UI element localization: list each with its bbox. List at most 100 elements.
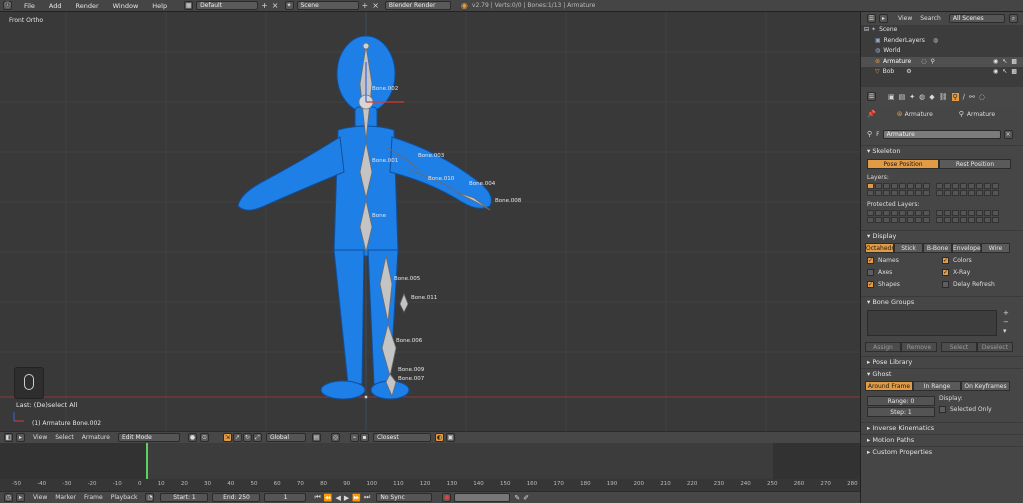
viewport-canvas[interactable]: Bone.002 Bone.003 Bone.001 Bone.010 Bone…: [0, 12, 860, 431]
jump-start-icon[interactable]: ⏮: [314, 493, 320, 502]
check-selected-only[interactable]: Selected Only: [939, 406, 992, 417]
ghost-around-frame-button[interactable]: Around Frame: [865, 381, 913, 391]
menu-file[interactable]: File: [24, 2, 35, 10]
pose-position-button[interactable]: Pose Position: [867, 159, 939, 169]
scale-icon[interactable]: ⤢: [252, 433, 262, 442]
record-icon[interactable]: ●: [442, 493, 452, 502]
bone-groups-list[interactable]: [867, 309, 997, 336]
protected-block-b[interactable]: [936, 210, 999, 223]
outliner-row-armature[interactable]: ⊛ Armature ◌ ⚲ ◉ ↖ ▩: [861, 56, 1023, 68]
jump-end-icon[interactable]: ⏭: [364, 493, 370, 502]
panel-motion-paths-header[interactable]: ▸ Motion Paths: [861, 435, 1023, 446]
screen-layout-icon[interactable]: ▦: [184, 1, 194, 10]
display-octahedral-button[interactable]: Octahedral: [865, 243, 899, 253]
proportional-edit-icon[interactable]: ◎: [330, 433, 340, 442]
tab-constraints-icon[interactable]: ⛓: [939, 93, 948, 101]
remove-scene-icon[interactable]: ×: [372, 1, 379, 10]
check-axes[interactable]: Axes: [867, 269, 942, 281]
pin-icon[interactable]: 📌: [867, 110, 876, 118]
scene-field[interactable]: Scene: [296, 1, 359, 10]
editor-type-outliner-icon[interactable]: ☰: [867, 14, 876, 23]
render-preview-icon[interactable]: ◐: [434, 433, 444, 442]
outliner-row-renderlayers[interactable]: ▣ RenderLayers ◍: [861, 36, 1023, 47]
timeline-menu-playback[interactable]: Playback: [111, 494, 138, 501]
timeline-menu-marker[interactable]: Marker: [55, 494, 76, 501]
select-button[interactable]: Select: [941, 342, 977, 352]
keyframe-insert-icon[interactable]: ✎: [514, 494, 520, 502]
menu-window[interactable]: Window: [113, 2, 139, 10]
display-stick-button[interactable]: Stick: [894, 243, 923, 253]
snap-element-icon[interactable]: ▪: [359, 433, 369, 442]
check-xray[interactable]: ✓ X-Ray: [942, 269, 995, 281]
check-delay-refresh[interactable]: Delay Refresh: [942, 281, 995, 293]
timeline-collapse-icon[interactable]: ▸: [16, 493, 25, 502]
keyframe-delete-icon[interactable]: ✐: [523, 494, 529, 502]
translate-icon[interactable]: ↗: [232, 433, 242, 442]
remove-group-icon[interactable]: −: [1003, 318, 1009, 327]
display-wire-button[interactable]: Wire: [981, 243, 1010, 253]
snap-toggle-icon[interactable]: ⌁: [349, 433, 359, 442]
outliner-filter-dropdown[interactable]: All Scenes: [948, 14, 1005, 23]
editor-type-properties-icon[interactable]: ☰: [867, 92, 876, 101]
check-shapes[interactable]: ✓ Shapes: [867, 281, 942, 293]
prev-key-icon[interactable]: ⏪: [324, 494, 333, 502]
tab-render-icon[interactable]: ▣: [888, 93, 895, 101]
ghost-step-field[interactable]: Step: 1: [867, 406, 935, 417]
checkbox-icon[interactable]: ✓: [942, 257, 949, 264]
add-group-icon[interactable]: +: [1003, 309, 1009, 318]
outliner-row-scene[interactable]: ⊟ ✦ Scene: [861, 25, 1023, 36]
timeline-menu-view[interactable]: View: [33, 494, 47, 501]
menu-select[interactable]: Select: [55, 434, 74, 441]
panel-bone-groups-header[interactable]: ▾ Bone Groups: [861, 297, 1023, 308]
expand-icon[interactable]: ⊟: [864, 25, 869, 36]
outliner-row-world[interactable]: ◍ World: [861, 46, 1023, 57]
collapse-menu-icon[interactable]: ▸: [16, 433, 25, 442]
checkbox-icon[interactable]: ✓: [867, 281, 874, 288]
ghost-on-keyframes-button[interactable]: On Keyframes: [961, 381, 1010, 391]
current-frame-marker[interactable]: [146, 443, 148, 479]
sync-mode-dropdown[interactable]: No Sync: [376, 493, 433, 502]
display-bbone-button[interactable]: B-Bone: [923, 243, 952, 253]
menu-add[interactable]: Add: [49, 2, 62, 10]
panel-custom-properties-header[interactable]: ▸ Custom Properties: [861, 447, 1023, 458]
remove-button[interactable]: Remove: [901, 342, 937, 352]
play-reverse-icon[interactable]: ◀: [336, 494, 341, 502]
rotate-icon[interactable]: ↻: [242, 433, 252, 442]
select-arrow-icon[interactable]: ↖: [1002, 67, 1007, 78]
panel-ghost-header[interactable]: ▾ Ghost: [861, 369, 1023, 380]
outliner-row-bob[interactable]: ▽ Bob ⚙ ◉ ↖ ▩: [861, 67, 1023, 78]
layers-block-a[interactable]: [867, 183, 930, 196]
tab-object-icon[interactable]: ◆: [929, 93, 934, 101]
select-arrow-icon[interactable]: ↖: [1002, 57, 1007, 68]
panel-display-header[interactable]: ▾ Display: [861, 231, 1023, 242]
tab-physics-icon[interactable]: ◌: [979, 93, 985, 101]
unlink-datablock-icon[interactable]: ×: [1003, 129, 1013, 139]
visibility-eye-icon[interactable]: ◉: [993, 57, 998, 68]
menu-help[interactable]: Help: [152, 2, 167, 10]
last-operator-label[interactable]: Last: (De)select All: [16, 401, 77, 409]
editor-type-3d-icon[interactable]: ◧: [4, 433, 13, 442]
shading-solid-icon[interactable]: ●: [187, 433, 197, 442]
next-key-icon[interactable]: ⏩: [352, 494, 361, 502]
protected-block-a[interactable]: [867, 210, 930, 223]
armature-name-field[interactable]: Armature: [882, 129, 1001, 139]
play-icon[interactable]: ▶: [344, 494, 349, 502]
outliner-search-icon[interactable]: ⌕: [1008, 14, 1018, 23]
layers-icon[interactable]: ▤: [311, 433, 321, 442]
ghost-range-field[interactable]: Range: 0: [867, 395, 935, 406]
add-scene-icon[interactable]: +: [362, 1, 369, 10]
checkbox-icon[interactable]: [939, 406, 946, 413]
panel-skeleton-header[interactable]: ▾ Skeleton: [861, 146, 1023, 157]
tab-bone-constraints-icon[interactable]: ⚯: [969, 93, 975, 101]
3d-viewport[interactable]: Bone.002 Bone.003 Bone.001 Bone.010 Bone…: [0, 12, 860, 431]
frame-ruler[interactable]: -50 -40 -30 -20 -10 0 10 20 30 40 50 60 70 80 90 100 110…: [0, 479, 860, 491]
end-frame-field[interactable]: End: 250: [212, 493, 261, 502]
f-icon[interactable]: F: [876, 131, 879, 138]
menu-view[interactable]: View: [33, 434, 47, 441]
menu-render[interactable]: Render: [75, 2, 98, 10]
snap-target-dropdown[interactable]: Closest: [372, 433, 431, 442]
ghost-in-range-button[interactable]: In Range: [913, 381, 961, 391]
timeline-menu-frame[interactable]: Frame: [84, 494, 103, 501]
orientation-dropdown[interactable]: Global: [265, 433, 306, 442]
checkbox-icon[interactable]: ✓: [942, 269, 949, 276]
